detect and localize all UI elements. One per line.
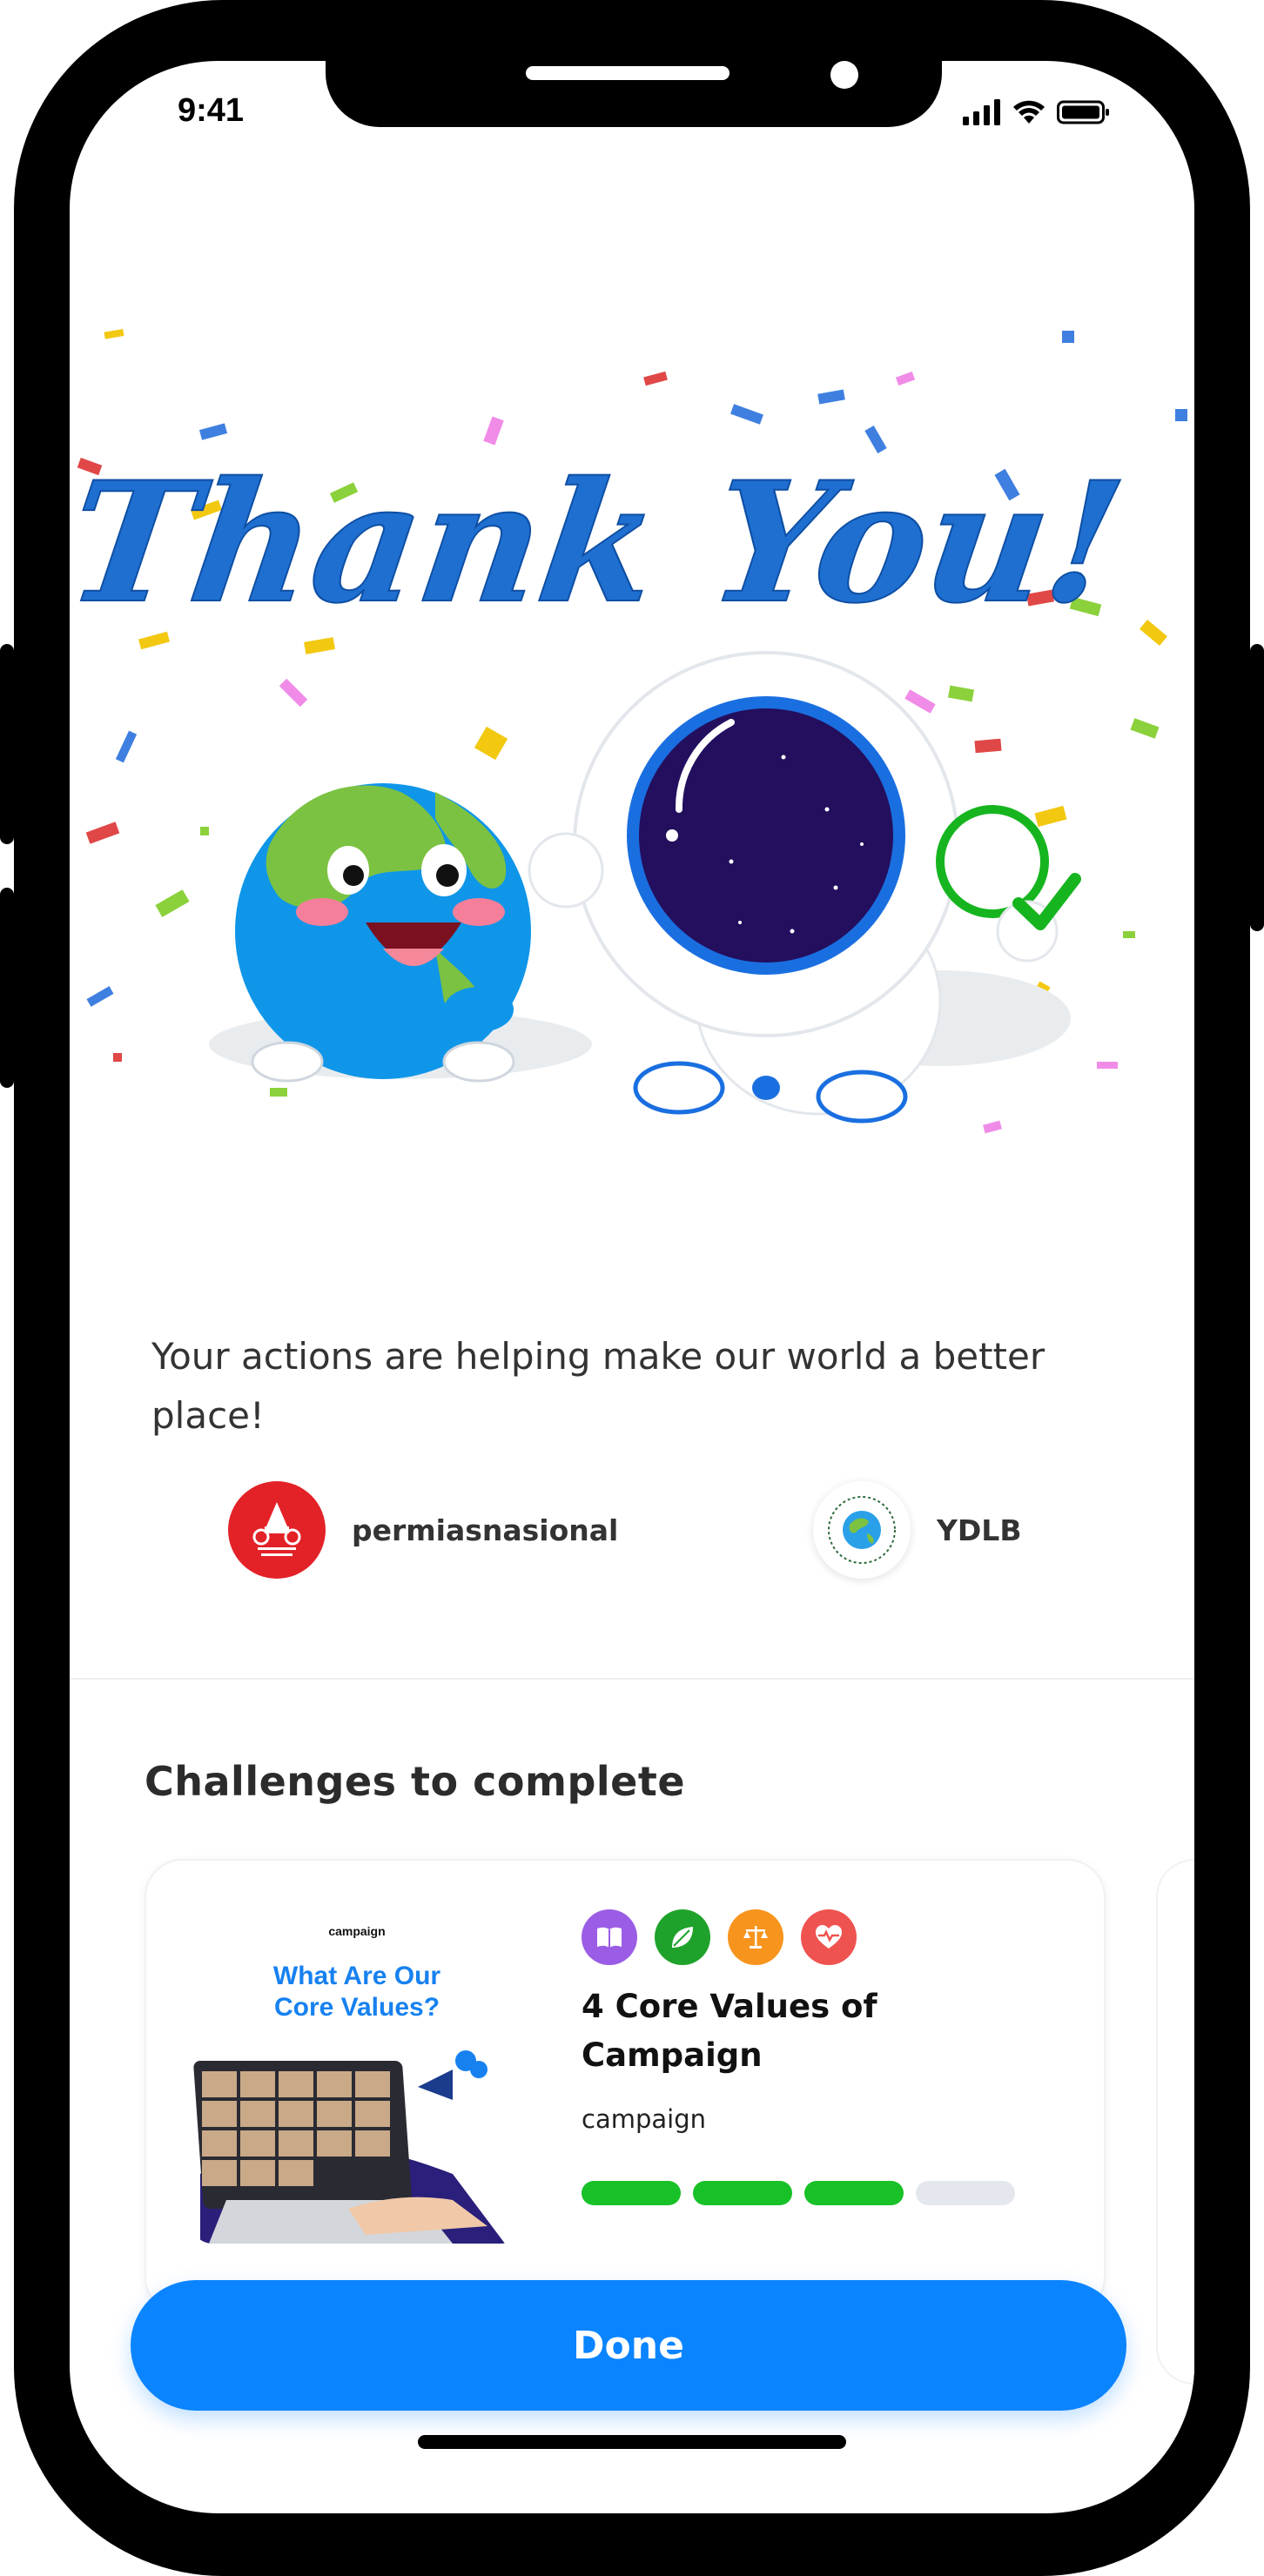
scales-icon — [728, 1909, 783, 1965]
impact-message: Your actions are helping make our world … — [151, 1335, 1045, 1437]
core-values-thumbnail-art: campaign What Are Our Core Values? — [192, 1913, 522, 2244]
category-icons — [582, 1909, 857, 1965]
section-divider — [70, 1678, 1194, 1680]
book-icon — [582, 1909, 637, 1965]
thumb-headline-line2: Core Values? — [274, 1993, 440, 2022]
signal-icon — [963, 99, 1000, 125]
progress-segment — [582, 2181, 681, 2205]
permias-emblem-icon — [252, 1502, 301, 1556]
app-screen: 9:41 Thank You! Your actions are helping… — [70, 61, 1194, 2513]
camera — [830, 61, 858, 89]
notch — [326, 61, 942, 127]
earth-character — [209, 783, 592, 1083]
progress-segment — [916, 2181, 1015, 2205]
thank-you-headline: Thank You! — [70, 446, 1134, 641]
battery-icon — [1057, 100, 1109, 124]
challenge-card[interactable]: campaign What Are Our Core Values? 4 Cor… — [145, 1859, 1106, 2315]
astronaut-character — [528, 651, 1081, 1124]
wifi-icon — [1013, 100, 1045, 124]
heart-pulse-icon — [801, 1909, 857, 1965]
org-name: YDLB — [937, 1513, 1022, 1547]
progress-segment — [804, 2181, 904, 2205]
org-permiasnasional[interactable]: permiasnasional — [228, 1481, 618, 1579]
thumb-brand: campaign — [328, 1924, 385, 1938]
status-icons — [963, 99, 1111, 125]
challenge-thumbnail: campaign What Are Our Core Values? — [192, 1913, 522, 2244]
challenge-org: campaign — [582, 2104, 706, 2134]
globe-emblem-icon — [828, 1496, 896, 1564]
section-title: Challenges to complete — [145, 1758, 686, 1805]
thumb-headline-line1: What Are Our — [273, 1962, 441, 1990]
challenge-progress — [582, 2181, 1015, 2205]
volume-up-button — [0, 644, 14, 844]
leaf-icon — [655, 1909, 710, 1965]
challenge-title: 4 Core Values of Campaign — [582, 1988, 877, 2074]
thank-you-illustration: Thank You! — [70, 328, 1187, 1134]
power-button — [1250, 644, 1264, 931]
org-ydlb[interactable]: YDLB — [813, 1481, 1021, 1579]
speaker — [526, 66, 729, 80]
permias-logo — [228, 1481, 326, 1579]
next-challenge-card[interactable] — [1156, 1859, 1194, 2385]
progress-segment — [693, 2181, 792, 2205]
done-button[interactable]: Done — [131, 2280, 1126, 2411]
ydlb-logo — [813, 1481, 911, 1579]
home-indicator[interactable] — [418, 2435, 846, 2449]
status-time: 9:41 — [178, 92, 245, 129]
volume-down-button — [0, 888, 14, 1088]
org-name: permiasnasional — [352, 1513, 619, 1547]
